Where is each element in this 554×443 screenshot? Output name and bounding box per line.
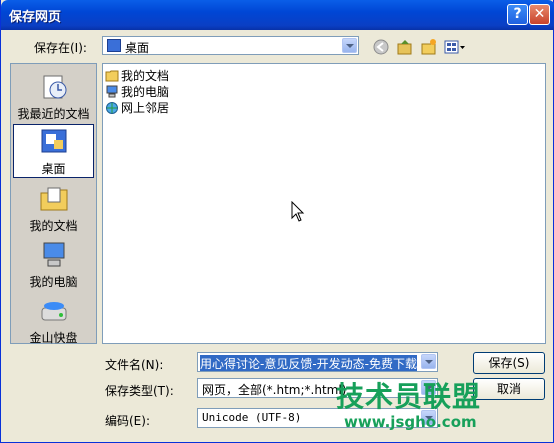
my-documents-icon	[40, 187, 67, 211]
list-item-label: 网上邻居	[121, 101, 170, 115]
place-desktop[interactable]: 桌面	[13, 124, 94, 178]
window-title: 保存网页	[9, 10, 62, 25]
save-type-label: 保存类型(T):	[105, 384, 174, 398]
title-bar[interactable]: 保存网页 ? ✕	[1, 0, 554, 30]
place-my-computer[interactable]: 我的电脑	[13, 238, 94, 292]
place-kuaipan[interactable]: 金山快盘	[13, 294, 94, 348]
folder-icon	[105, 70, 119, 82]
filename-value: 用心得讨论-意见反馈-开发动态-免费下载	[200, 355, 417, 371]
views-menu-icon[interactable]	[444, 38, 466, 56]
place-my-documents[interactable]: 我的文档	[13, 182, 94, 236]
save-in-label: 保存在(I):	[34, 41, 87, 55]
list-item-label: 我的电脑	[121, 85, 170, 99]
places-bar: 我最近的文档 桌面 我的文档 我的电脑 金山快盘	[10, 63, 97, 345]
computer-icon	[106, 85, 118, 98]
desktop-icon	[41, 129, 66, 153]
list-item[interactable]: 网上邻居	[105, 99, 169, 115]
save-in-combo[interactable]: 桌面	[102, 36, 359, 55]
recent-documents-icon	[43, 75, 66, 99]
save-type-value: 网页，全部(*.htm;*.html)	[202, 383, 347, 397]
my-computer-icon	[43, 242, 64, 267]
chevron-down-icon[interactable]	[421, 354, 436, 369]
encoding-label: 编码(E):	[105, 414, 150, 428]
place-label: 桌面	[41, 162, 66, 176]
back-icon[interactable]	[372, 38, 390, 56]
desktop-small-icon	[107, 39, 121, 52]
place-label: 金山快盘	[29, 331, 78, 345]
save-button[interactable]: 保存(S)	[473, 352, 545, 374]
place-label: 我最近的文档	[17, 107, 90, 121]
place-label: 我的文档	[29, 219, 78, 233]
new-folder-icon[interactable]	[420, 38, 438, 56]
list-item-label: 我的文档	[121, 69, 170, 83]
network-icon	[106, 102, 118, 114]
chevron-down-icon[interactable]	[342, 38, 357, 53]
list-item[interactable]: 我的文档	[105, 67, 169, 83]
file-list[interactable]: 我的文档 我的电脑 网上邻居	[102, 63, 546, 344]
place-label: 我的电脑	[29, 275, 78, 289]
close-button[interactable]: ✕	[529, 4, 550, 25]
watermark-logo: 技术员联盟	[336, 380, 482, 413]
list-item[interactable]: 我的电脑	[105, 83, 169, 99]
place-recent-documents[interactable]: 我最近的文档	[13, 70, 94, 124]
watermark-url: www.jsgho.com	[344, 413, 477, 431]
cancel-button[interactable]: 取消	[473, 378, 545, 400]
help-button[interactable]: ?	[507, 4, 528, 25]
filename-input[interactable]: 用心得讨论-意见反馈-开发动态-免费下载	[197, 352, 438, 372]
save-in-value: 桌面	[125, 41, 150, 55]
save-webpage-dialog: 保存网页 ? ✕ 保存在(I): 桌面 我最近的文档 桌面 我的文档 我的电脑	[0, 0, 554, 443]
filename-label: 文件名(N):	[105, 358, 164, 372]
up-folder-icon[interactable]	[396, 38, 414, 56]
drive-icon	[41, 302, 66, 321]
mouse-cursor-icon	[291, 201, 305, 222]
encoding-value: Unicode (UTF-8)	[202, 411, 302, 424]
